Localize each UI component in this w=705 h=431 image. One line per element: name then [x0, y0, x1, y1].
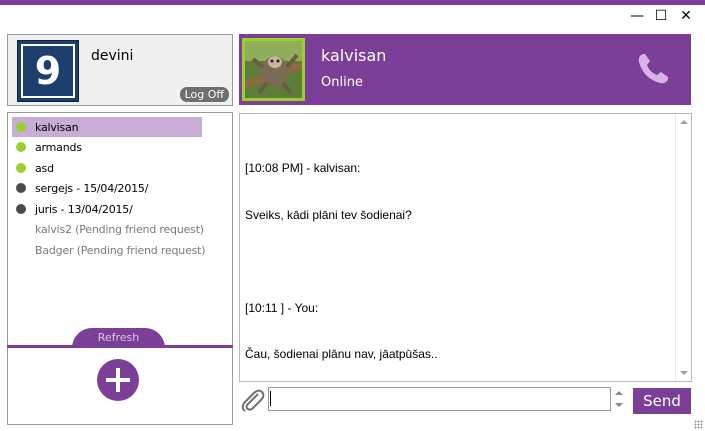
offline-status-icon [16, 183, 26, 193]
message-area[interactable]: [10:08 PM] - kalvisan: Sveiks, kādi plān… [239, 113, 692, 382]
peer-name: kalvisan [321, 46, 387, 65]
contact-item[interactable]: juris - 13/04/2015/ [12, 199, 202, 219]
send-button[interactable]: Send [633, 388, 691, 414]
contact-item[interactable]: armands [12, 137, 202, 157]
contact-item[interactable]: asd [12, 158, 202, 178]
pending-contact-item[interactable]: kalvis2 (Pending friend request) [12, 219, 225, 239]
user-avatar-number: 9 [21, 44, 75, 98]
username: devini [91, 48, 134, 64]
contact-list[interactable]: kalvisan armands asd sergejs - 15/04/201… [7, 112, 233, 346]
contact-label: kalvisan [35, 120, 79, 134]
message-text: Čau, šodienai plānu nav, jāatpūšas.. [245, 347, 438, 361]
sloth-photo-icon [245, 41, 302, 98]
online-status-icon [16, 122, 26, 132]
contact-item[interactable]: sergejs - 15/04/2015/ [12, 178, 202, 198]
contact-label: armands [35, 140, 82, 154]
user-panel: 9 devini Log Off [7, 34, 233, 106]
pending-contact-item[interactable]: Badger (Pending friend request) [12, 240, 225, 260]
message-header: [10:08 PM] - kalvisan: [245, 161, 361, 175]
contact-label: kalvis2 (Pending friend request) [35, 222, 204, 236]
input-scroll-down-icon[interactable] [615, 403, 623, 407]
contact-label: Badger (Pending friend request) [35, 243, 206, 257]
peer-avatar [242, 38, 305, 101]
input-scroll[interactable] [612, 387, 626, 411]
contact-label: juris - 13/04/2015/ [35, 202, 133, 216]
text-caret [270, 391, 271, 406]
online-status-icon [16, 163, 26, 173]
message-input[interactable] [268, 387, 611, 411]
scroll-down-icon[interactable] [680, 371, 688, 375]
offline-status-icon [16, 204, 26, 214]
user-avatar: 9 [17, 40, 79, 102]
message-list: [10:08 PM] - kalvisan: Sveiks, kādi plān… [245, 130, 438, 394]
phone-icon[interactable] [635, 51, 671, 87]
minimize-button[interactable]: — [628, 7, 646, 25]
logoff-button[interactable]: Log Off [179, 87, 229, 102]
add-contact-button[interactable] [97, 359, 139, 401]
scroll-up-icon[interactable] [680, 120, 688, 124]
message-text: Sveiks, kādi plāni tev šodienai? [245, 207, 412, 222]
maximize-button[interactable]: ☐ [652, 7, 670, 25]
online-status-icon [16, 142, 26, 152]
close-button[interactable]: ✕ [677, 7, 695, 25]
peer-status: Online [321, 75, 363, 90]
paperclip-icon[interactable] [240, 388, 266, 414]
contact-item[interactable]: kalvisan [12, 117, 202, 137]
chat-header: kalvisan Online [239, 34, 691, 105]
message-scrollbar[interactable] [675, 114, 691, 381]
input-scroll-up-icon[interactable] [615, 391, 623, 395]
message-header: [10:11 ] - You: [245, 300, 319, 315]
window-accent-bar [0, 0, 705, 5]
contact-label: asd [35, 161, 54, 175]
resize-grip-icon[interactable] [694, 420, 703, 429]
contact-label: sergejs - 15/04/2015/ [35, 181, 149, 195]
